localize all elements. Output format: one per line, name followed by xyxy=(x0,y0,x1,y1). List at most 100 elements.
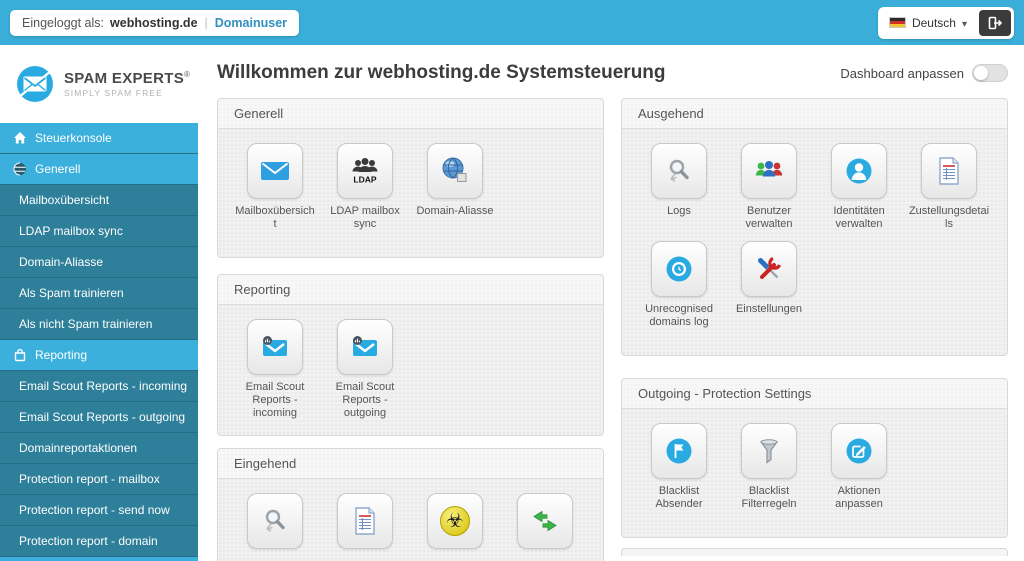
sidebar-item-domain-aliasse[interactable]: Domain-Aliasse xyxy=(0,247,198,277)
tile-email-scout-incoming[interactable]: Email Scout Reports - incoming xyxy=(234,319,316,420)
panel-outgoing-protection-title: Outgoing - Protection Settings xyxy=(622,379,1007,409)
account-user-link[interactable]: Domainuser xyxy=(215,16,287,30)
sidebar-item-mailboxuebersicht[interactable]: Mailboxübersicht xyxy=(0,185,198,215)
tile-logs[interactable]: Logs xyxy=(638,143,720,231)
page-title: Willkommen zur webhosting.de Systemsteue… xyxy=(217,62,666,84)
topbar-controls: Deutsch xyxy=(878,7,1014,39)
tile-button[interactable] xyxy=(337,493,393,549)
sidebar-item-protection-report-send-now[interactable]: Protection report - send now xyxy=(0,495,198,525)
tile-zustellungsdetails[interactable]: Zustellungsdetails xyxy=(908,143,990,231)
home-icon xyxy=(13,131,27,145)
tile-eingehend-log-search[interactable] xyxy=(234,493,316,555)
tile-button[interactable] xyxy=(517,493,573,549)
tile-label: Blacklist Absender xyxy=(638,485,720,511)
tile-aktionen-anpassen[interactable]: Aktionen anpassen xyxy=(818,423,900,511)
tile-mailbox-overview[interactable]: Mailboxübersicht xyxy=(234,143,316,231)
sidebar-item-als-nicht-spam-trainieren[interactable]: Als nicht Spam trainieren xyxy=(0,309,198,339)
dashboard-toggle-label: Dashboard anpassen xyxy=(840,66,964,81)
document-report-icon xyxy=(348,504,382,538)
german-flag-icon xyxy=(889,17,906,28)
tile-eingehend-quarantine[interactable] xyxy=(414,493,496,555)
spamexperts-logo-icon xyxy=(14,63,56,105)
tile-label: Blacklist Filterregeln xyxy=(728,485,810,511)
tile-einstellungen[interactable]: Einstellungen xyxy=(728,241,810,329)
tile-eingehend-report[interactable] xyxy=(324,493,406,555)
brand-name: SPAM EXPERTS® xyxy=(64,70,190,87)
sidebar-item-protection-report-domain[interactable]: Protection report - domain xyxy=(0,526,198,556)
ldap-users-icon: LDAP xyxy=(348,154,382,188)
sidebar-item-email-scout-incoming[interactable]: Email Scout Reports - incoming xyxy=(0,371,198,401)
tile-label: Zustellungsdetails xyxy=(908,205,990,231)
sidebar-item-label: Domain-Aliasse xyxy=(19,255,103,269)
email-scout-icon xyxy=(348,330,382,364)
registered-mark: ® xyxy=(184,70,190,79)
sidebar-nav: Steuerkonsole Generell Mailboxübersicht … xyxy=(0,123,198,561)
logout-icon xyxy=(986,14,1004,32)
top-bar: Eingeloggt als: webhosting.de | Domainus… xyxy=(0,0,1024,45)
sidebar-item-label: Steuerkonsole xyxy=(35,131,112,145)
main-content: Willkommen zur webhosting.de Systemsteue… xyxy=(198,45,1024,561)
tile-identitaeten-verwalten[interactable]: Identitäten verwalten xyxy=(818,143,900,231)
account-separator: | xyxy=(204,16,209,30)
sidebar: SPAM EXPERTS® SIMPLY SPAM FREE Steuerkon… xyxy=(0,45,198,561)
tile-button[interactable] xyxy=(651,241,707,297)
panel-reporting: Reporting Email Scout xyxy=(217,274,604,436)
manage-users-icon xyxy=(752,154,786,188)
sidebar-item-als-spam-trainieren[interactable]: Als Spam trainieren xyxy=(0,278,198,308)
sidebar-item-reporting[interactable]: Reporting xyxy=(0,340,198,370)
tile-button[interactable] xyxy=(741,241,797,297)
tile-button[interactable] xyxy=(741,143,797,199)
tile-blacklist-absender[interactable]: Blacklist Absender xyxy=(638,423,720,511)
tile-button[interactable] xyxy=(247,143,303,199)
sidebar-item-email-scout-outgoing[interactable]: Email Scout Reports - outgoing xyxy=(0,402,198,432)
sidebar-item-label: Email Scout Reports - outgoing xyxy=(19,410,185,424)
bag-icon xyxy=(13,348,27,362)
tile-button[interactable] xyxy=(921,143,977,199)
tile-benutzer-verwalten[interactable]: Benutzer verwalten xyxy=(728,143,810,231)
tile-button[interactable] xyxy=(831,143,887,199)
sidebar-item-label: Protection report - mailbox xyxy=(19,472,160,486)
tile-email-scout-outgoing[interactable]: Email Scout Reports - outgoing xyxy=(324,319,406,420)
log-search-icon xyxy=(258,504,292,538)
sidebar-item-label: Reporting xyxy=(35,348,87,362)
logout-button[interactable] xyxy=(979,10,1011,36)
panel-generell: Generell Mailboxübersicht xyxy=(217,98,604,258)
tile-unrecognised-domains-log[interactable]: Unrecognised domains log xyxy=(638,241,720,329)
tile-ldap-mailbox-sync[interactable]: LDAP LDAP mailbox sync xyxy=(324,143,406,231)
sidebar-item-label: Generell xyxy=(35,162,80,176)
email-scout-icon xyxy=(258,330,292,364)
globe-disk-icon xyxy=(438,154,472,188)
tile-button[interactable] xyxy=(427,493,483,549)
sidebar-item-steuerkonsole[interactable]: Steuerkonsole xyxy=(0,123,198,153)
tile-button[interactable] xyxy=(247,319,303,375)
tile-button[interactable]: LDAP xyxy=(337,143,393,199)
tile-button[interactable] xyxy=(337,319,393,375)
tile-domain-aliasse[interactable]: Domain-Aliasse xyxy=(414,143,496,231)
settings-tools-icon xyxy=(752,252,786,286)
dashboard-toggle[interactable] xyxy=(972,64,1008,82)
tile-button[interactable] xyxy=(247,493,303,549)
tile-eingehend-delivery[interactable] xyxy=(504,493,586,555)
brand-logo[interactable]: SPAM EXPERTS® SIMPLY SPAM FREE xyxy=(0,45,198,123)
tile-button[interactable] xyxy=(651,143,707,199)
sidebar-item-ldap-mailbox-sync[interactable]: LDAP mailbox sync xyxy=(0,216,198,246)
sidebar-item-label: Mailboxübersicht xyxy=(19,193,109,207)
tile-button[interactable] xyxy=(427,143,483,199)
account-name: webhosting.de xyxy=(110,16,198,30)
tile-button[interactable] xyxy=(741,423,797,479)
tile-label: Domain-Aliasse xyxy=(416,205,493,218)
domains-log-icon xyxy=(662,252,696,286)
sidebar-item-generell[interactable]: Generell xyxy=(0,154,198,184)
tile-button[interactable] xyxy=(651,423,707,479)
tile-blacklist-filterregeln[interactable]: Blacklist Filterregeln xyxy=(728,423,810,511)
globe-icon xyxy=(13,162,27,176)
sidebar-item-domainreportaktionen[interactable]: Domainreportaktionen xyxy=(0,433,198,463)
sidebar-item-protection-report-mailbox[interactable]: Protection report - mailbox xyxy=(0,464,198,494)
panel-ausgehend-title: Ausgehend xyxy=(622,99,1007,129)
language-dropdown[interactable]: Deutsch xyxy=(881,12,975,34)
filter-funnel-icon xyxy=(752,434,786,468)
tile-button[interactable] xyxy=(831,423,887,479)
mail-envelope-icon xyxy=(258,154,292,188)
svg-text:LDAP: LDAP xyxy=(353,175,376,185)
sidebar-item-label: Domainreportaktionen xyxy=(19,441,137,455)
